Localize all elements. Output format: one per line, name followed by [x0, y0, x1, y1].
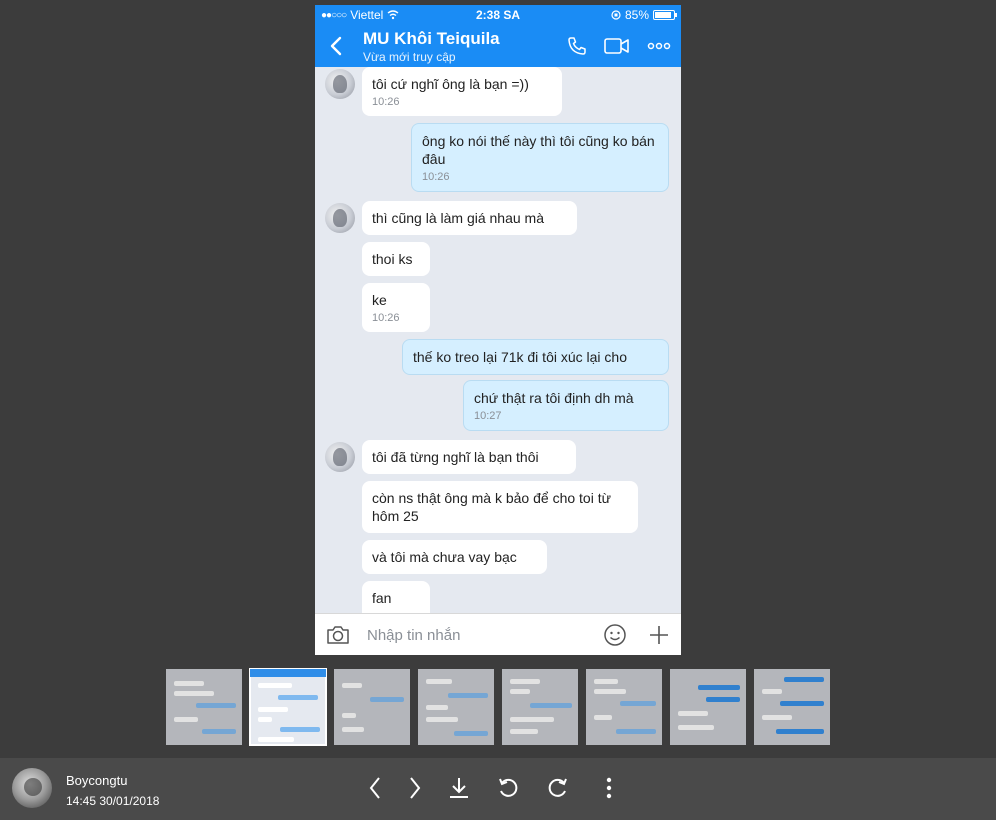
- message-text: còn ns thật ông mà k bảo để cho toi từ h…: [372, 490, 611, 524]
- message-time: 10:26: [422, 171, 450, 183]
- message-bubble: tôi cứ nghĩ ông là bạn =)) 10:26: [362, 67, 562, 116]
- message-bubble: thì cũng là làm giá nhau mà: [362, 201, 577, 235]
- chevron-right-icon: [410, 777, 421, 799]
- next-button[interactable]: [400, 773, 430, 803]
- image-viewer: ●●○○○ Viettel 2:38 SA 85% MU Khôi Teiqui…: [315, 5, 681, 655]
- contact-avatar: [325, 442, 355, 472]
- plus-icon[interactable]: [647, 623, 671, 647]
- previous-button[interactable]: [360, 773, 390, 803]
- upload-datetime: 14:45 30/01/2018: [66, 794, 160, 808]
- thumbnail-strip: [166, 668, 830, 746]
- viewer-footer: Boycongtu 14:45 30/01/2018: [0, 758, 996, 820]
- message-bubble: và tôi mà chưa vay bạc: [362, 540, 547, 574]
- contact-avatar: [325, 69, 355, 99]
- rotate-right-icon: [548, 778, 567, 797]
- thumbnail-2[interactable]: [249, 668, 327, 746]
- phone-status-bar: ●●○○○ Viettel 2:38 SA 85%: [315, 5, 681, 25]
- message-time: 10:27: [474, 410, 502, 422]
- thumbnail-4[interactable]: [418, 669, 494, 745]
- message-text: ông ko nói thế này thì tôi cũng ko bán đ…: [422, 133, 655, 167]
- message-input[interactable]: Nhập tin nhắn: [367, 627, 460, 644]
- message-bubble: ke 10:26: [362, 283, 430, 332]
- rotation-lock-icon: [611, 10, 621, 20]
- contact-avatar: [325, 203, 355, 233]
- thumbnail-8[interactable]: [754, 669, 830, 745]
- rotate-left-button[interactable]: [493, 773, 523, 803]
- message-text: tôi cứ nghĩ ông là bạn =)): [372, 76, 529, 92]
- message-text: thoi ks: [372, 251, 413, 267]
- video-icon[interactable]: [603, 35, 631, 57]
- message-text: chứ thật ra tôi định dh mà: [474, 390, 634, 406]
- avatar: [12, 768, 52, 808]
- uploader-name: Boycongtu: [66, 773, 128, 788]
- chat-title: MU Khôi Teiquila: [363, 29, 500, 48]
- phone-icon[interactable]: [565, 35, 589, 57]
- message-bubble: fan: [362, 581, 430, 613]
- message-text: ke: [372, 292, 387, 308]
- thumbnail-6[interactable]: [586, 669, 662, 745]
- chat-status: Vừa mới truy cập: [363, 50, 456, 64]
- message-text: thì cũng là làm giá nhau mà: [372, 210, 544, 226]
- download-icon: [450, 778, 468, 798]
- message-list[interactable]: tôi cứ nghĩ ông là bạn =)) 10:26 ông ko …: [315, 67, 681, 613]
- more-options-button[interactable]: [594, 773, 624, 803]
- message-text: fan: [372, 590, 392, 606]
- camera-icon[interactable]: [325, 623, 351, 647]
- thumbnail-5[interactable]: [502, 669, 578, 745]
- chat-header: MU Khôi Teiquila Vừa mới truy cập: [315, 25, 681, 67]
- battery-percent: 85%: [624, 8, 649, 22]
- message-text: và tôi mà chưa vay bạc: [372, 549, 517, 565]
- message-bubble: thoi ks: [362, 242, 430, 276]
- thumbnail-1[interactable]: [166, 669, 242, 745]
- chevron-left-icon: [369, 777, 380, 799]
- battery-icon: [653, 10, 677, 20]
- more-icon[interactable]: [645, 35, 673, 57]
- thumbnail-7[interactable]: [670, 669, 746, 745]
- message-bubble: ông ko nói thế này thì tôi cũng ko bán đ…: [411, 123, 669, 192]
- message-text: thế ko treo lại 71k đi tôi xúc lại cho: [413, 349, 628, 365]
- rotate-left-icon: [499, 778, 518, 797]
- more-vertical-icon: [606, 777, 612, 799]
- rotate-right-button[interactable]: [543, 773, 573, 803]
- back-icon[interactable]: [325, 35, 347, 57]
- download-button[interactable]: [444, 773, 474, 803]
- message-time: 10:26: [372, 96, 400, 108]
- message-bubble: thế ko treo lại 71k đi tôi xúc lại cho: [402, 339, 669, 375]
- message-time: 10:26: [372, 312, 400, 324]
- message-bubble: tôi đã từng nghĩ là bạn thôi: [362, 440, 576, 474]
- emoji-icon[interactable]: [603, 623, 627, 647]
- message-bubble: còn ns thật ông mà k bảo để cho toi từ h…: [362, 481, 638, 533]
- message-bubble: chứ thật ra tôi định dh mà 10:27: [463, 380, 669, 431]
- message-text: tôi đã từng nghĩ là bạn thôi: [372, 449, 539, 465]
- thumbnail-3[interactable]: [334, 669, 410, 745]
- message-input-bar: Nhập tin nhắn: [315, 613, 681, 655]
